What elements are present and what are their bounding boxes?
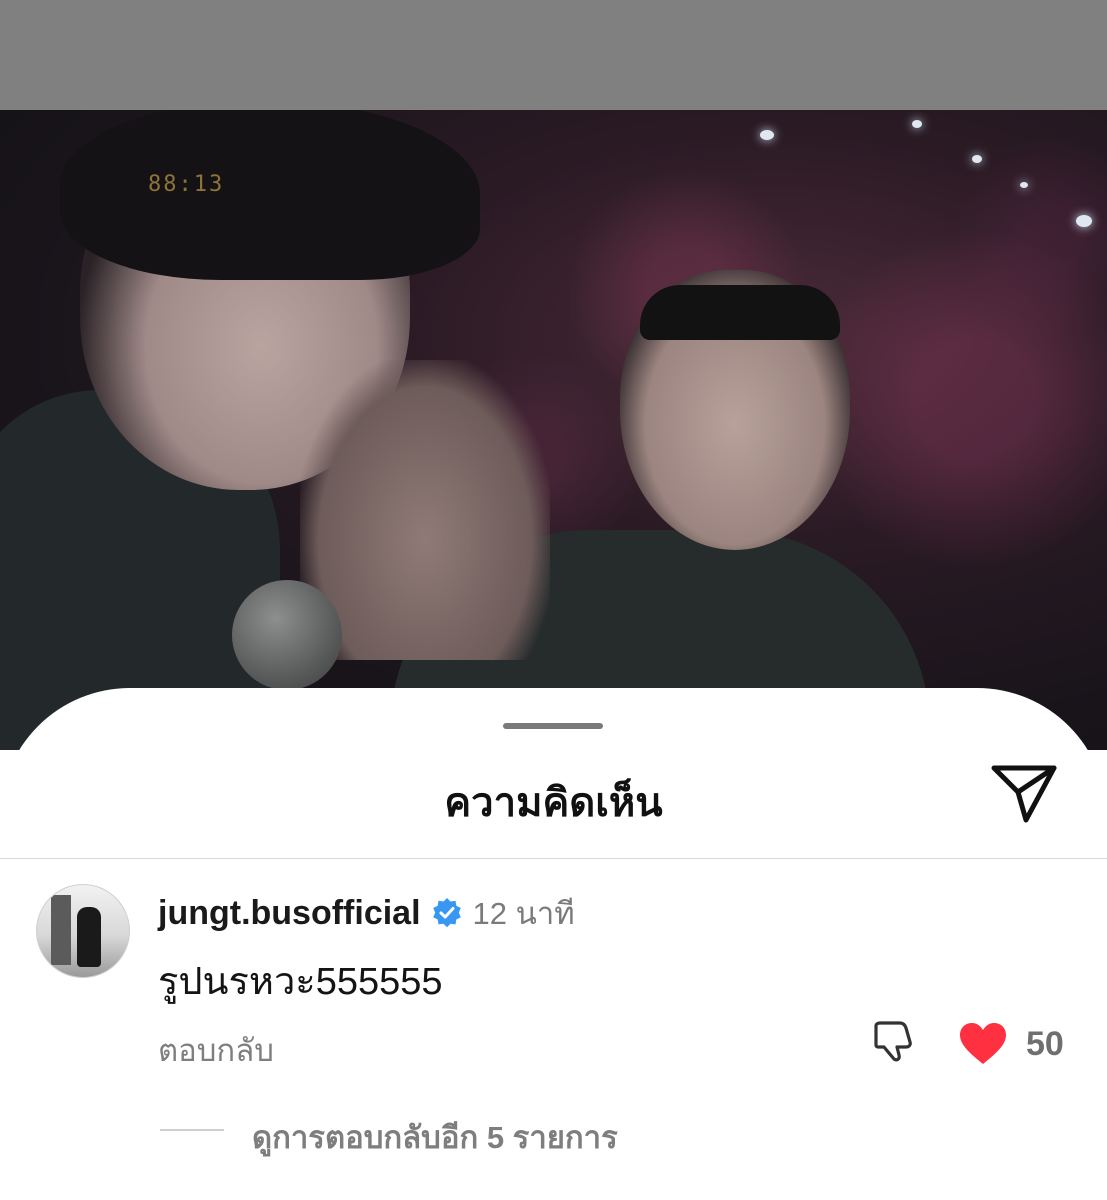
instagram-comments-screen: 88:13 ความคิดเห็น jungt.busofficial 12 น… [0,0,1107,1200]
avatar[interactable] [36,884,130,978]
avatar-figure [77,907,101,967]
header-divider [0,858,1107,859]
view-more-replies-button[interactable]: ดูการตอบกลับอีก 5 รายการ [252,1112,618,1162]
comment-header: jungt.busofficial 12 นาที [158,888,575,938]
reply-button[interactable]: ตอบกลับ [158,1025,274,1075]
person-left-hair [60,110,480,280]
avatar-door [51,895,71,965]
comment-username[interactable]: jungt.busofficial [158,894,421,933]
microphone [232,580,342,690]
stage-light [972,155,982,163]
thumbs-down-icon[interactable] [870,1018,916,1064]
dimmed-background[interactable] [0,0,1107,110]
stage-light [760,130,774,140]
paper-plane-icon[interactable] [990,762,1058,824]
photo-timestamp: 88:13 [148,172,225,197]
heart-icon[interactable] [958,1022,1008,1066]
like-count: 50 [1026,1025,1064,1063]
stage-light [912,120,922,128]
comment-text: รูปนรหวะ555555 [158,961,443,1003]
sheet-title: ความคิดเห็น [444,781,663,825]
verified-badge-icon [432,898,461,928]
sheet-grabber-handle[interactable] [503,723,603,729]
replies-line [160,1129,224,1131]
stage-light [1076,215,1092,227]
headband [640,285,840,340]
stage-light [1020,182,1028,188]
comment-time: 12 นาที [472,896,575,931]
comments-sheet: ความคิดเห็น jungt.busofficial 12 นาที รู… [0,688,1107,1200]
post-photo[interactable]: 88:13 [0,110,1107,750]
